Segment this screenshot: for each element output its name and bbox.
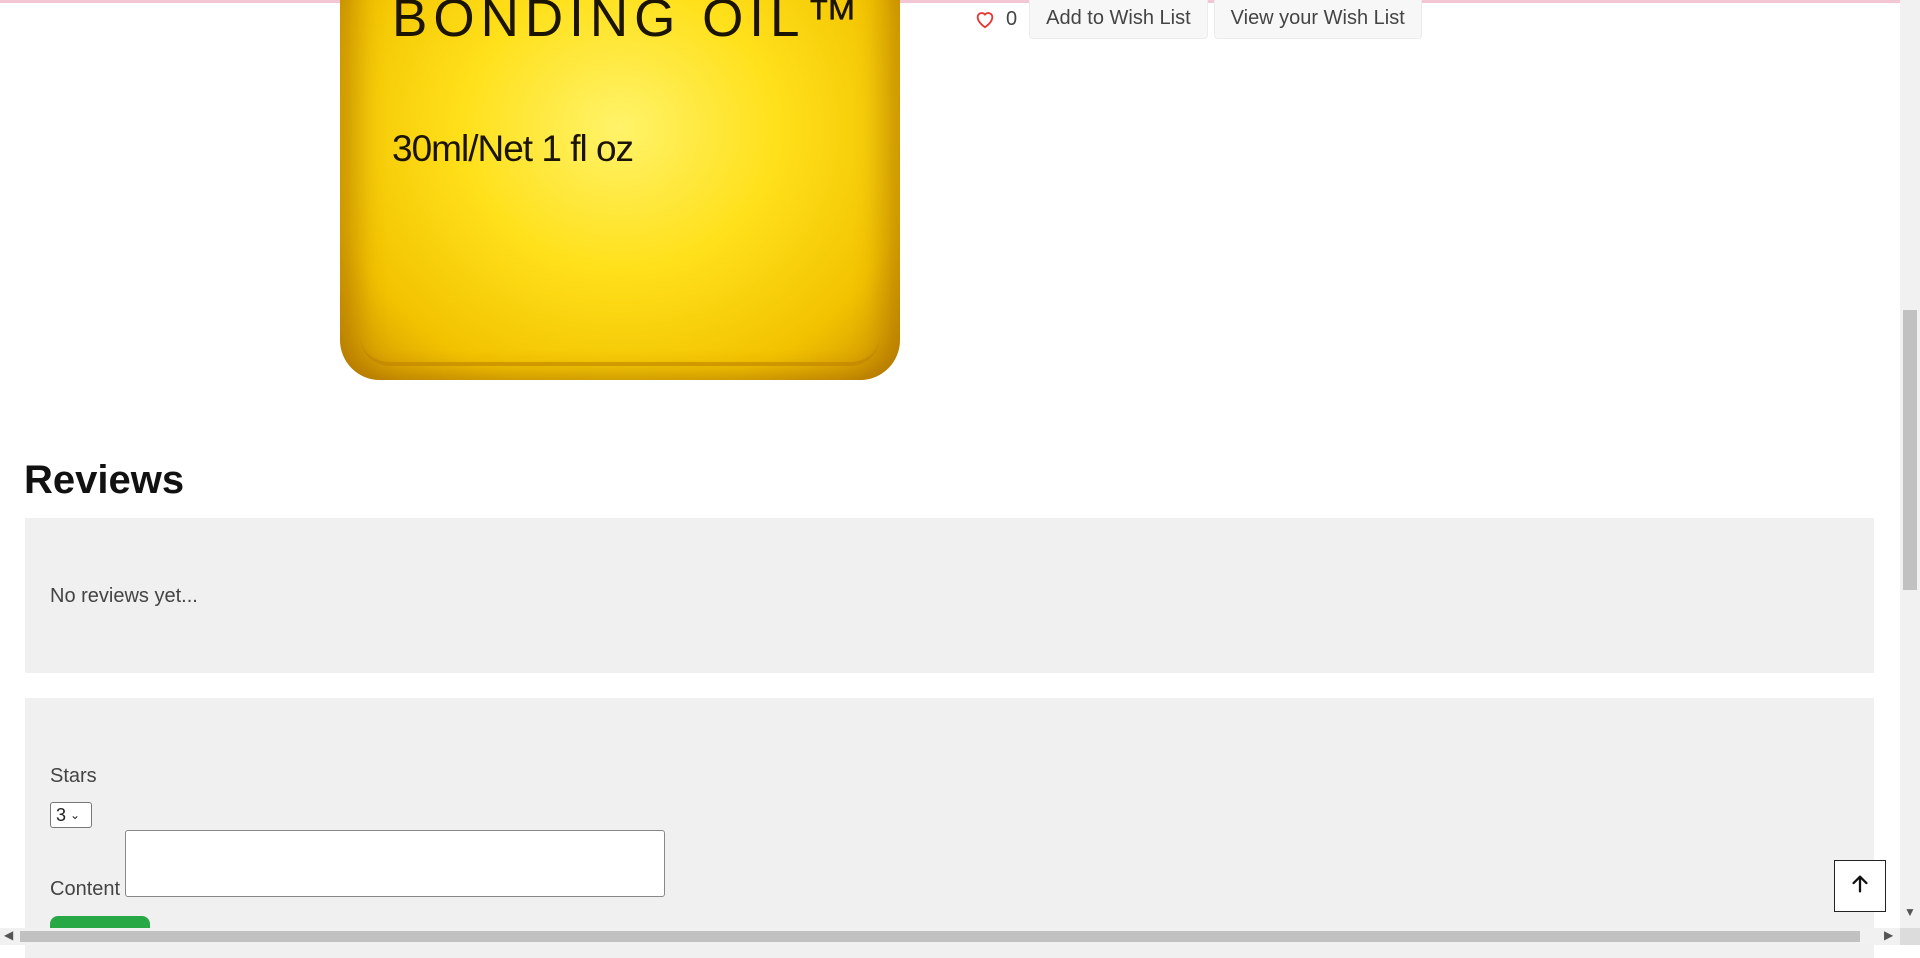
bottle-label-volume: 30ml/Net 1 fl oz bbox=[392, 128, 634, 169]
reviews-list: No reviews yet... bbox=[25, 518, 1874, 673]
scroll-down-arrow-icon[interactable]: ▼ bbox=[1904, 905, 1916, 919]
reviews-heading: Reviews bbox=[24, 458, 185, 502]
heart-icon[interactable] bbox=[974, 8, 996, 30]
add-to-wishlist-button[interactable]: Add to Wish List bbox=[1029, 0, 1208, 39]
stars-select[interactable]: 3 ⌄ bbox=[50, 802, 92, 828]
content-textarea[interactable] bbox=[125, 830, 665, 897]
bottle-graphic: BONDING OIL™ 30ml/Net 1 fl oz bbox=[340, 0, 900, 380]
scroll-right-arrow-icon[interactable]: ▶ bbox=[1884, 928, 1893, 942]
scroll-left-arrow-icon[interactable]: ◀ bbox=[4, 928, 13, 942]
back-to-top-button[interactable] bbox=[1834, 860, 1886, 912]
top-border bbox=[0, 0, 1900, 3]
view-wishlist-button[interactable]: View your Wish List bbox=[1213, 0, 1422, 39]
bottle-label-main: BONDING OIL™ bbox=[392, 0, 865, 48]
stars-label: Stars bbox=[50, 765, 97, 787]
horizontal-scroll-thumb[interactable] bbox=[20, 931, 1860, 942]
stars-select-value: 3 bbox=[56, 804, 67, 825]
wishlist-count: 0 bbox=[1006, 7, 1018, 30]
horizontal-scrollbar[interactable]: ◀ ▶ bbox=[0, 928, 1900, 945]
scrollbar-corner bbox=[1900, 928, 1920, 945]
arrow-up-icon bbox=[1849, 873, 1871, 900]
content-label: Content bbox=[50, 878, 121, 900]
chevron-down-icon: ⌄ bbox=[70, 808, 81, 822]
vertical-scroll-thumb[interactable] bbox=[1903, 310, 1917, 590]
product-image: BONDING OIL™ 30ml/Net 1 fl oz bbox=[340, 0, 900, 382]
review-form: Stars 3 ⌄ Content bbox=[25, 698, 1874, 958]
wishlist-bar: 0 Add to Wish List View your Wish List bbox=[974, 0, 1428, 39]
no-reviews-text: No reviews yet... bbox=[50, 585, 198, 607]
vertical-scrollbar[interactable]: ▼ bbox=[1900, 0, 1920, 928]
